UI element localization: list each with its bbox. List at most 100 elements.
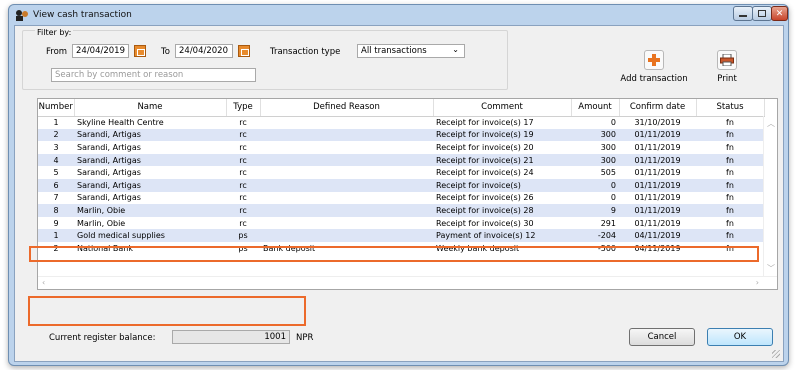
title-bar: View cash transaction ✕ bbox=[9, 5, 788, 25]
filter-label: Filter by: bbox=[35, 28, 74, 37]
cell-name: Sarandi, Artigas bbox=[77, 193, 141, 203]
cell-confirm-date: 01/11/2019 bbox=[619, 153, 696, 167]
transaction-type-select[interactable]: All transactions ⌄ bbox=[357, 44, 465, 58]
cell-status: fn bbox=[696, 229, 764, 242]
close-button[interactable]: ✕ bbox=[771, 6, 788, 21]
cell-name: Marlin, Obie bbox=[77, 218, 126, 228]
col-status-header[interactable]: Status bbox=[696, 99, 765, 117]
cell-reason bbox=[260, 192, 433, 205]
cell-confirm-date: 01/11/2019 bbox=[634, 218, 681, 228]
to-date-input[interactable]: 24/04/2020 bbox=[175, 44, 233, 58]
cell-number: 5 bbox=[53, 168, 59, 178]
cell-amount: 300 bbox=[600, 142, 616, 152]
col-amount-header[interactable]: Amount bbox=[571, 99, 620, 117]
cell-type: rc bbox=[239, 142, 247, 152]
cell-name: Sarandi, Artigas bbox=[77, 168, 141, 178]
table-row[interactable]: 8 Marlin, Obie rc Receipt for invoice(s)… bbox=[38, 204, 764, 217]
cell-status: fn bbox=[726, 168, 734, 178]
cell-comment: Receipt for invoice(s) 20 bbox=[436, 142, 534, 152]
cell-type: rc bbox=[239, 118, 247, 128]
cell-type: rc bbox=[226, 178, 260, 192]
print-button[interactable]: Print bbox=[712, 50, 742, 84]
table-row[interactable]: 5 Sarandi, Artigas rc Receipt for invoic… bbox=[38, 166, 764, 179]
maximize-button[interactable] bbox=[752, 6, 772, 21]
cell-type: rc bbox=[239, 218, 247, 228]
table-row[interactable]: 1 Gold medical supplies ps Payment of in… bbox=[38, 229, 764, 242]
cell-amount: 291 bbox=[600, 218, 616, 228]
transaction-type-value: All transactions bbox=[361, 46, 427, 56]
table-row[interactable]: 1 Skyline Health Centre rc Receipt for i… bbox=[38, 116, 764, 129]
balance-value: 1001 bbox=[172, 330, 290, 344]
col-confirm-date-header[interactable]: Confirm date bbox=[619, 99, 697, 117]
cell-comment: Receipt for invoice(s) 19 bbox=[433, 128, 571, 142]
table-row[interactable]: 3 Sarandi, Artigas rc Receipt for invoic… bbox=[38, 141, 764, 154]
col-type-header[interactable]: Type bbox=[226, 99, 261, 117]
scroll-right-icon[interactable]: › bbox=[756, 278, 759, 287]
from-label: From bbox=[46, 47, 68, 57]
cell-reason bbox=[260, 178, 433, 192]
close-icon: ✕ bbox=[775, 8, 784, 19]
cell-status: fn bbox=[726, 118, 734, 128]
cell-reason bbox=[260, 141, 433, 154]
highlight-balance bbox=[28, 296, 306, 326]
printer-icon bbox=[717, 50, 737, 70]
maximize-icon bbox=[758, 10, 766, 17]
scroll-left-icon[interactable]: ‹ bbox=[42, 278, 45, 287]
table-row[interactable]: 2 Sarandi, Artigas rc Receipt for invoic… bbox=[38, 128, 764, 142]
cell-comment: Payment of invoice(s) 12 bbox=[433, 229, 571, 242]
cell-reason bbox=[260, 204, 433, 217]
cell-number: 9 bbox=[53, 218, 59, 228]
cell-amount: 0 bbox=[571, 178, 619, 192]
col-reason-header[interactable]: Defined Reason bbox=[260, 99, 434, 117]
cell-amount: -204 bbox=[571, 229, 619, 242]
col-comment-header[interactable]: Comment bbox=[433, 99, 572, 117]
scroll-up-icon[interactable]: ︿ bbox=[767, 118, 775, 129]
cell-status: fn bbox=[726, 218, 734, 228]
scroll-down-icon[interactable]: ﹀ bbox=[767, 263, 775, 274]
cell-comment: Receipt for invoice(s) 24 bbox=[436, 168, 534, 178]
search-input[interactable]: Search by comment or reason bbox=[51, 68, 256, 82]
table-header-row: Number Name Type Defined Reason Comment … bbox=[38, 99, 765, 117]
cancel-button[interactable]: Cancel bbox=[629, 328, 695, 346]
transaction-type-label: Transaction type bbox=[270, 47, 341, 57]
add-transaction-button[interactable]: Add transaction bbox=[618, 50, 690, 84]
table-row[interactable]: 9 Marlin, Obie rc Receipt for invoice(s)… bbox=[38, 217, 764, 230]
cell-reason bbox=[260, 229, 433, 242]
cell-reason bbox=[260, 153, 433, 167]
ok-button[interactable]: OK bbox=[707, 328, 773, 346]
from-calendar-icon[interactable] bbox=[134, 45, 146, 57]
cell-confirm-date: 01/11/2019 bbox=[619, 204, 696, 217]
cell-reason bbox=[260, 166, 433, 179]
cell-number: 4 bbox=[38, 153, 74, 167]
chevron-down-icon: ⌄ bbox=[452, 45, 459, 54]
cell-number: 3 bbox=[53, 142, 59, 152]
table-row[interactable]: 7 Sarandi, Artigas rc Receipt for invoic… bbox=[38, 192, 764, 205]
cell-number: 6 bbox=[38, 178, 74, 192]
vertical-scrollbar[interactable]: ︿ ﹀ bbox=[763, 116, 777, 276]
cell-type: rc bbox=[226, 204, 260, 217]
cell-number: 1 bbox=[53, 118, 59, 128]
table-row[interactable]: 4 Sarandi, Artigas rc Receipt for invoic… bbox=[38, 153, 764, 167]
cell-name: Marlin, Obie bbox=[74, 204, 226, 217]
cell-amount: 0 bbox=[610, 193, 616, 203]
col-number-header[interactable]: Number bbox=[38, 99, 75, 117]
add-icon bbox=[644, 50, 664, 70]
table-row[interactable]: 6 Sarandi, Artigas rc Receipt for invoic… bbox=[38, 178, 764, 192]
cell-status: fn bbox=[726, 142, 734, 152]
to-calendar-icon[interactable] bbox=[238, 45, 250, 57]
cell-number: 7 bbox=[53, 193, 59, 203]
col-name-header[interactable]: Name bbox=[74, 99, 227, 117]
cell-amount: 0 bbox=[610, 118, 616, 128]
balance-currency: NPR bbox=[296, 333, 314, 343]
cell-amount: 9 bbox=[571, 204, 619, 217]
from-date-input[interactable]: 24/04/2019 bbox=[72, 44, 129, 58]
resize-grip[interactable] bbox=[772, 350, 780, 358]
cell-comment: Receipt for invoice(s) bbox=[433, 178, 571, 192]
cell-status: fn bbox=[726, 193, 734, 203]
minimize-button[interactable] bbox=[733, 6, 753, 21]
cell-confirm-date: 04/11/2019 bbox=[619, 229, 696, 242]
cell-amount: 300 bbox=[571, 153, 619, 167]
cell-number: 2 bbox=[38, 128, 74, 142]
horizontal-scrollbar[interactable]: ‹ › bbox=[38, 276, 777, 289]
cell-type: rc bbox=[226, 153, 260, 167]
